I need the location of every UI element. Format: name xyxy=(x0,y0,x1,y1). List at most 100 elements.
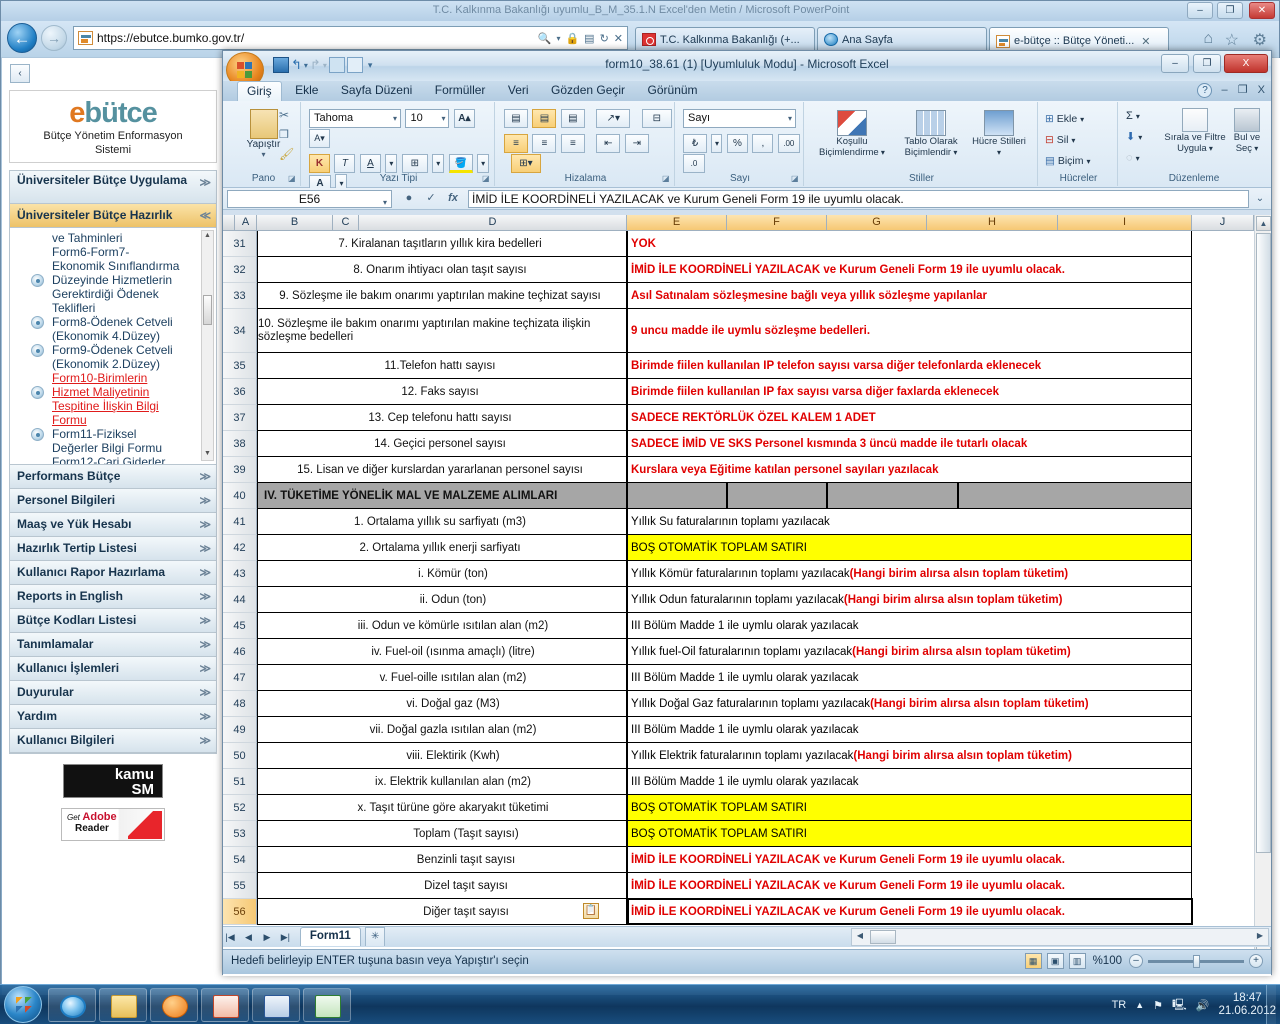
font-size-select[interactable]: 10 ▾ xyxy=(405,109,450,128)
increase-font-size-button[interactable]: A▴ xyxy=(453,109,475,128)
row-header[interactable]: 32 xyxy=(223,257,257,283)
cell-D[interactable]: Toplam (Taşıt sayısı) xyxy=(257,821,627,847)
excel-restore-button[interactable]: ❐ xyxy=(1193,54,1221,73)
sidebar-section-9[interactable]: Duyurular ≫ xyxy=(10,681,216,705)
cell-E[interactable]: Kurslara veya Eğitime katılan personel s… xyxy=(627,457,1192,483)
conditional-formatting-button[interactable]: Koşullu Biçimlendirme ▾ xyxy=(814,110,890,158)
gear-icon[interactable]: ⚙ xyxy=(1253,30,1267,50)
sort-filter-button[interactable]: Sırala ve Filtre Uygula ▾ xyxy=(1164,108,1226,154)
sidebar-sub-item-label[interactable]: Form10-Birimlerin xyxy=(52,371,147,385)
find-select-button[interactable]: Bul ve Seç ▾ xyxy=(1228,108,1266,154)
cell-E[interactable] xyxy=(627,483,727,509)
table-row[interactable]: 50 viii. Elektirik (Kwh) Yıllık Elektrik f… xyxy=(223,743,1254,769)
sheet-tab-form11[interactable]: Form11 xyxy=(299,927,361,946)
cell-E[interactable]: İMİD İLE KOORDİNELİ YAZILACAK ve Kurum G… xyxy=(627,257,1192,283)
horizontal-scrollbar[interactable]: ◀ ▶ xyxy=(851,928,1269,946)
percent-icon[interactable]: % xyxy=(726,134,748,153)
sidebar-sub-item[interactable]: (Ekonomik 2.Düzey) xyxy=(10,357,216,371)
table-row[interactable]: 42 2. Ortalama yıllık enerji sarfiyatı BOŞ… xyxy=(223,535,1254,561)
copy-icon[interactable]: ❐ xyxy=(279,128,289,141)
table-row[interactable]: 31 7. Kiralanan taşıtların yıllık kira be… xyxy=(223,231,1254,257)
format-as-table-button[interactable]: Tablo Olarak Biçimlendir ▾ xyxy=(896,110,966,158)
scroll-thumb[interactable] xyxy=(203,295,212,325)
sidebar-sub-item[interactable]: Form11-Fiziksel xyxy=(10,427,216,441)
table-row[interactable]: 44 ii. Odun (ton) Yıllık Odun faturalarını… xyxy=(223,587,1254,613)
cell-E[interactable]: YOK xyxy=(627,231,1192,257)
cell-E[interactable]: SADECE REKTÖRLÜK ÖZEL KALEM 1 ADET xyxy=(627,405,1192,431)
tab-gozden-gecir[interactable]: Gözden Geçir xyxy=(542,81,634,101)
tab-giris[interactable]: Giriş xyxy=(237,81,282,102)
chevron-down-icon[interactable]: ≫ xyxy=(199,614,211,627)
cell-E[interactable]: İMİD İLE KOORDİNELİ YAZILACAK ve Kurum G… xyxy=(627,847,1192,873)
ie-close-button[interactable]: ✕ xyxy=(1249,2,1275,19)
taskbar-media-player[interactable] xyxy=(150,988,198,1022)
format-cells-button[interactable]: ▤ Biçim ▾ xyxy=(1045,151,1117,172)
sidebar-sub-item-label[interactable]: Tespitine İlişkin Bilgi xyxy=(52,399,159,413)
refresh-icon[interactable]: ↻ xyxy=(600,32,609,45)
cell-D[interactable]: v. Fuel-oille ısıtılan alan (m2) xyxy=(257,665,627,691)
cell-D[interactable]: Dizel taşıt sayısı xyxy=(257,873,627,899)
cell-E[interactable]: BOŞ OTOMATİK TOPLAM SATIRI xyxy=(627,535,1192,561)
sidebar-sub-item[interactable]: Form10-Birimlerin xyxy=(10,371,216,385)
chevron-down-icon[interactable]: ≫ xyxy=(199,566,211,579)
fill-button[interactable]: ⬇ ▾ xyxy=(1126,127,1142,148)
cell-D[interactable]: ii. Odun (ton) xyxy=(257,587,627,613)
cell-E[interactable]: III Bölüm Madde 1 ile uymlu olarak yazıl… xyxy=(627,769,1192,795)
table-row[interactable]: 52 x. Taşıt türüne göre akaryakıt tüketim… xyxy=(223,795,1254,821)
cell-D[interactable]: viii. Elektirik (Kwh) xyxy=(257,743,627,769)
taskbar-internet-explorer[interactable] xyxy=(48,988,96,1022)
table-row[interactable]: 49 vii. Doğal gazla ısıtılan alan (m2) III… xyxy=(223,717,1254,743)
ie-tab-0[interactable]: T.C. Kalkınma Bakanlığı (+... xyxy=(635,27,815,51)
cell-E[interactable]: İMİD İLE KOORDİNELİ YAZILACAK ve Kurum G… xyxy=(627,873,1192,899)
network-icon[interactable]: ⚑ xyxy=(1153,999,1163,1012)
chevron-down-icon[interactable]: ▾ xyxy=(383,195,387,211)
row-header[interactable]: 47 xyxy=(223,665,257,691)
compatibility-view-icon[interactable]: ▤ xyxy=(584,32,594,45)
cell-D[interactable]: 1. Ortalama yıllık su sarfiyatı (m3) xyxy=(257,509,627,535)
back-arrow-icon[interactable]: ← xyxy=(7,23,37,53)
chevron-down-icon[interactable]: ▾ xyxy=(432,154,445,173)
sidebar-section-4[interactable]: Kullanıcı Rapor Hazırlama ≫ xyxy=(10,561,216,585)
forward-arrow-icon[interactable]: → xyxy=(41,25,67,51)
sidebar-section-hazirlik[interactable]: Üniversiteler Bütçe Hazırlık ≪ xyxy=(10,204,216,228)
sidebar-section-1[interactable]: Personel Bilgileri ≫ xyxy=(10,489,216,513)
cell-E[interactable]: Yıllık Elektrik faturalarının toplamı ya… xyxy=(627,743,1192,769)
align-center-icon[interactable]: ≡ xyxy=(532,134,557,153)
chevron-down-icon[interactable]: ≫ xyxy=(199,470,211,483)
cell-D[interactable]: 2. Ortalama yıllık enerji sarfiyatı xyxy=(257,535,627,561)
table-row[interactable]: 43 i. Kömür (ton) Yıllık Kömür faturaların… xyxy=(223,561,1254,587)
cell-E[interactable]: BOŞ OTOMATİK TOPLAM SATIRI xyxy=(627,795,1192,821)
star-icon[interactable]: ☆ xyxy=(1225,30,1239,50)
sidebar-sub-item[interactable]: Form9-Ödenek Cetveli xyxy=(10,343,216,357)
column-header-J[interactable]: J xyxy=(1192,215,1254,231)
tab-gorunum[interactable]: Görünüm xyxy=(639,81,707,101)
cell-styles-button[interactable]: Hücre Stilleri ▾ xyxy=(972,110,1026,158)
row-header[interactable]: 31 xyxy=(223,231,257,257)
column-header-C[interactable]: C xyxy=(333,215,359,231)
dialog-launcher-icon[interactable]: ◪ xyxy=(288,174,297,183)
sidebar-sub-item[interactable]: Tespitine İlişkin Bilgi xyxy=(10,399,216,413)
dialog-launcher-icon[interactable]: ◪ xyxy=(662,174,671,183)
row-header[interactable]: 37 xyxy=(223,405,257,431)
autosum-button[interactable]: Σ ▾ xyxy=(1126,106,1142,127)
row-header[interactable]: 33 xyxy=(223,283,257,309)
table-row[interactable]: 37 13. Cep telefonu hattı sayısı SADECE RE… xyxy=(223,405,1254,431)
expand-formula-bar-icon[interactable]: ⌄ xyxy=(1251,190,1269,208)
table-row[interactable]: 35 11.Telefon hattı sayısı Birimde fiilen … xyxy=(223,353,1254,379)
scroll-down-arrow-icon[interactable]: ▼ xyxy=(203,450,212,459)
table-row[interactable]: 55 Dizel taşıt sayısı İMİD İLE KOORDİNELİ … xyxy=(223,873,1254,899)
table-row[interactable]: 33 9. Sözleşme ile bakım onarımı yaptırıl… xyxy=(223,283,1254,309)
chevron-down-icon[interactable]: ≫ xyxy=(199,686,211,699)
comma-style-icon[interactable]: , xyxy=(752,134,774,153)
action-center-icon[interactable]: 🖳 xyxy=(1172,996,1187,1015)
decrease-indent-icon[interactable]: ⇤ xyxy=(596,134,621,153)
increase-decimal-icon[interactable]: .00 xyxy=(777,134,800,153)
table-row[interactable]: 56 Diğer taşıt sayısı İMİD İLE KOORDİNELİ … xyxy=(223,898,1254,925)
row-header[interactable]: 42 xyxy=(223,535,257,561)
chevron-down-icon[interactable]: ≫ xyxy=(199,638,211,651)
zoom-out-button[interactable]: – xyxy=(1129,954,1143,968)
row-header[interactable]: 54 xyxy=(223,847,257,873)
table-row[interactable]: 39 15. Lisan ve diğer kurslardan yararlan… xyxy=(223,457,1254,483)
cell-F[interactable] xyxy=(727,483,827,509)
table-row[interactable]: 47 v. Fuel-oille ısıtılan alan (m2) III Bö… xyxy=(223,665,1254,691)
